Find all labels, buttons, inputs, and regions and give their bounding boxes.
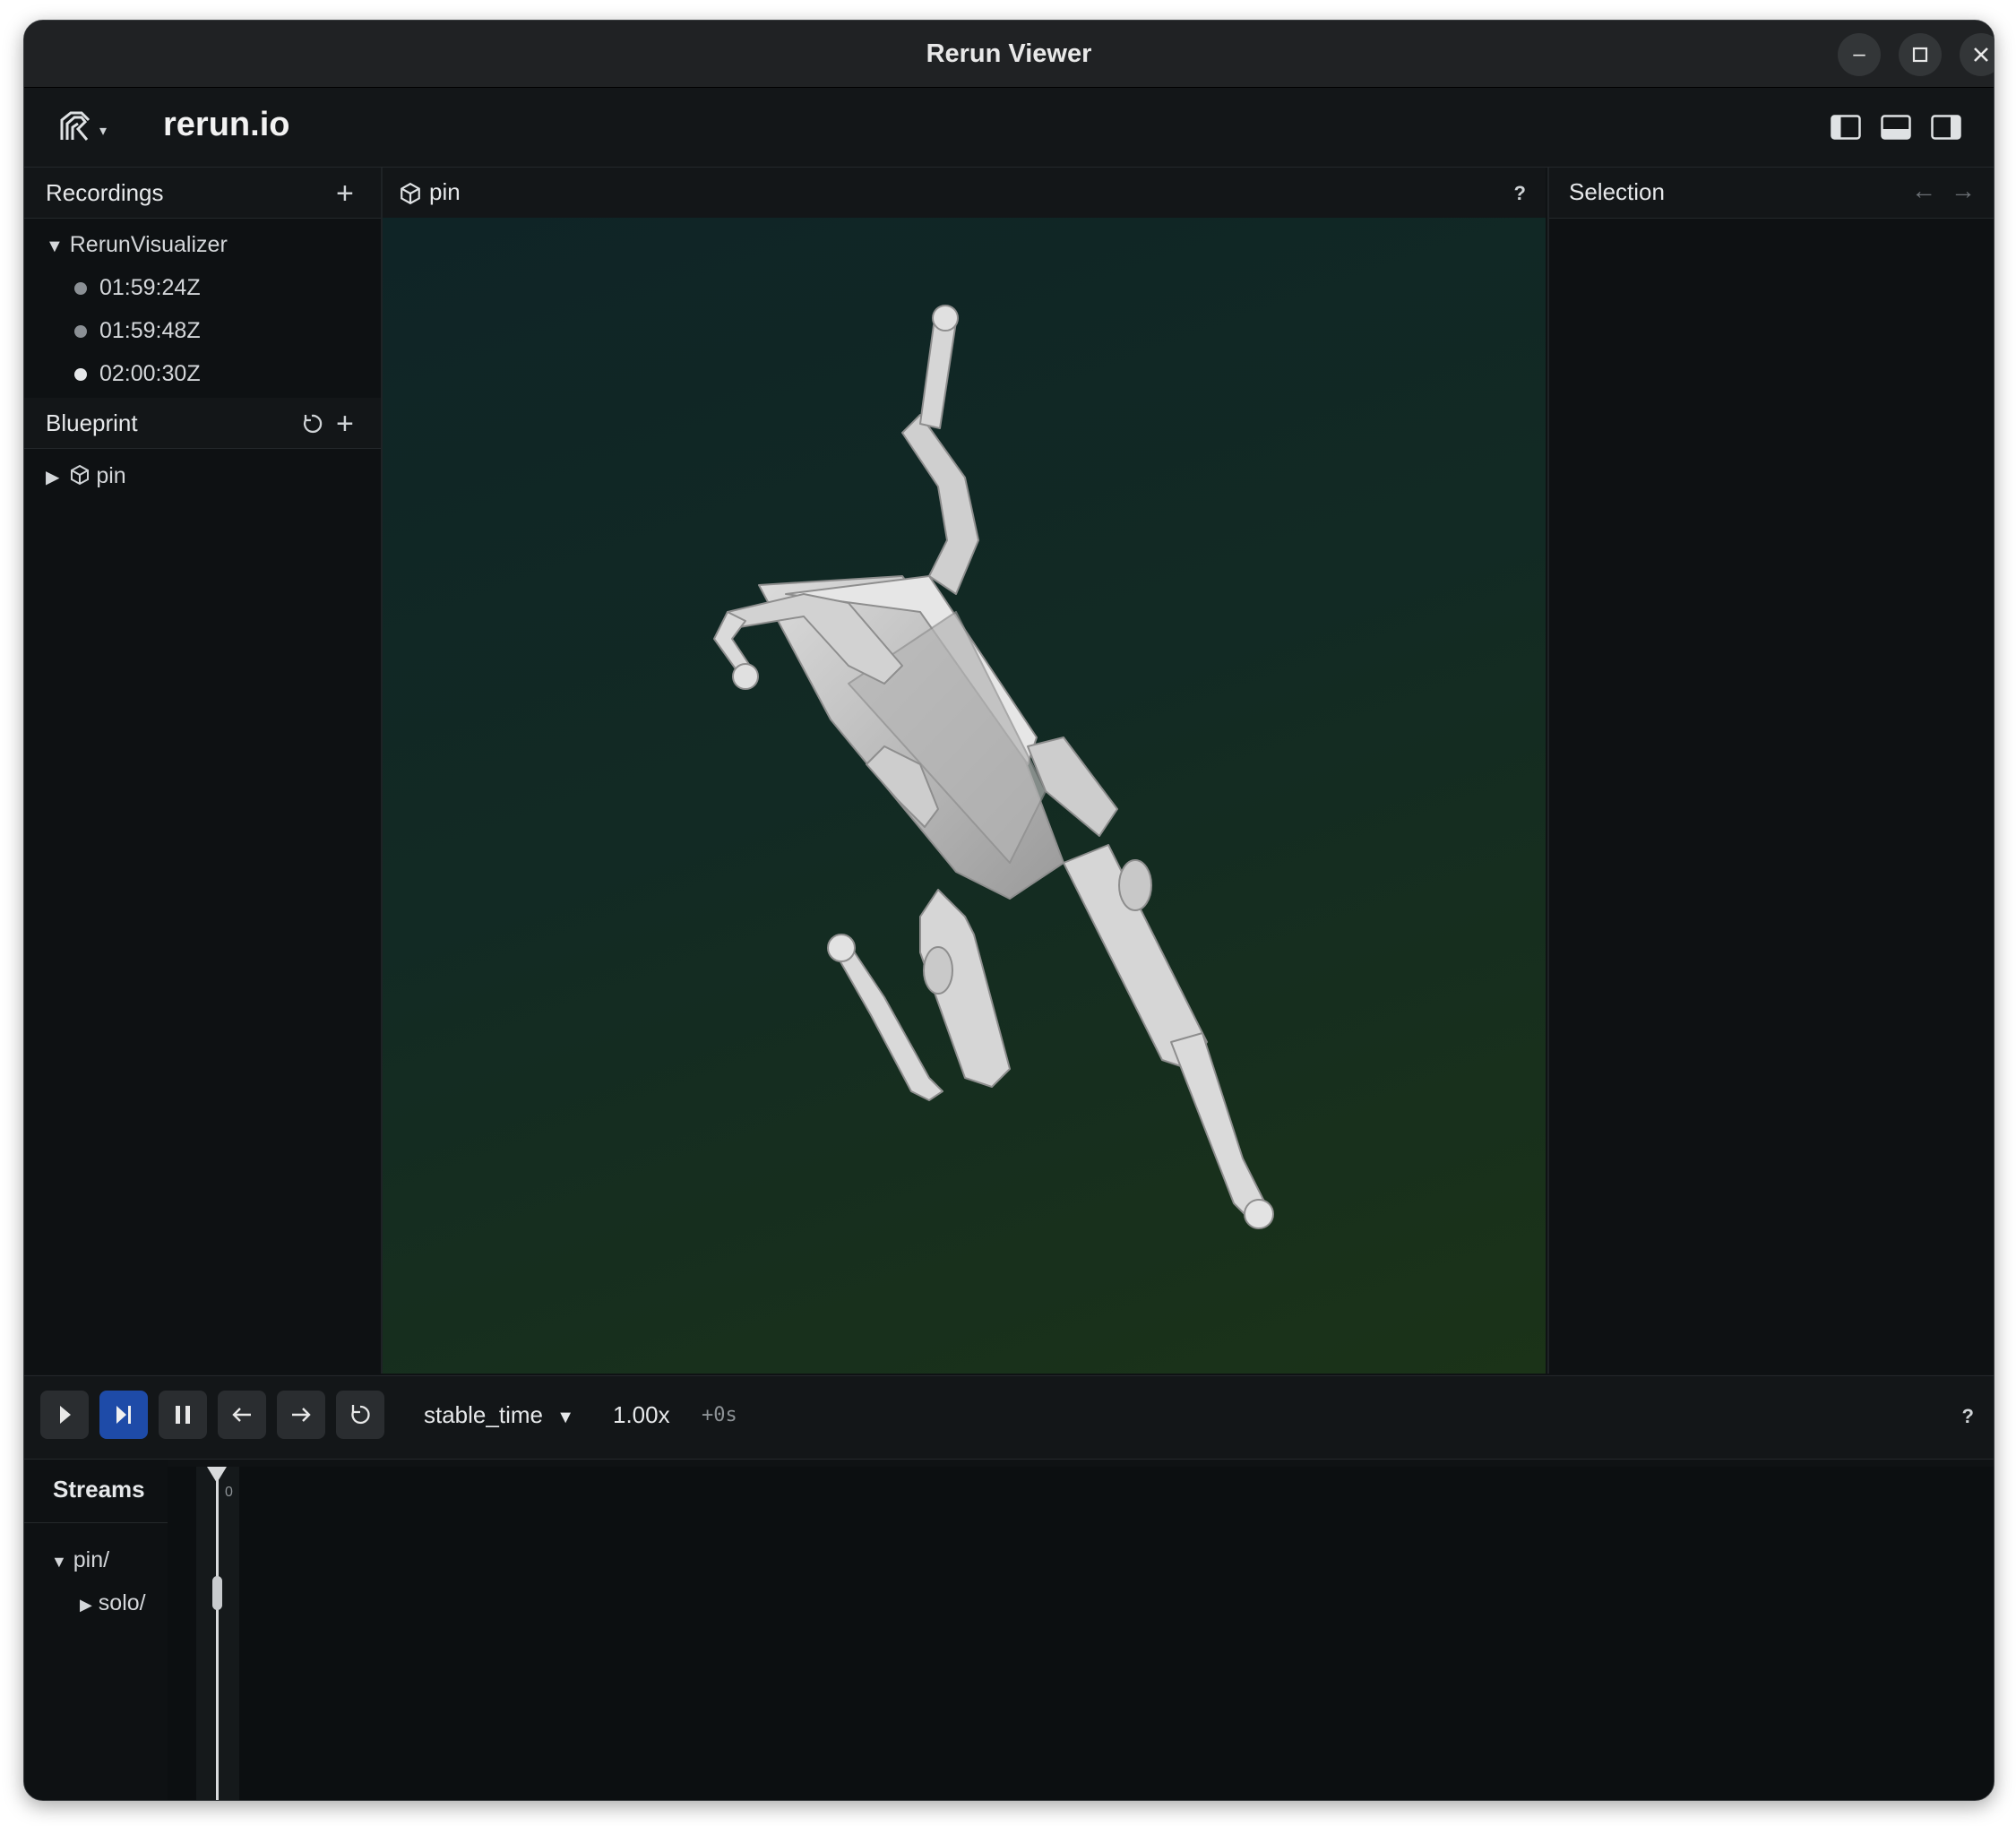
selection-panel: Selection ← → bbox=[1547, 168, 1994, 1374]
3d-view-cube-icon bbox=[71, 464, 90, 486]
recording-dot-icon bbox=[74, 368, 87, 382]
recording-item-selected[interactable]: 02:00:30Z bbox=[74, 361, 201, 387]
timeline-dropdown-caret-icon: ▼ bbox=[556, 1408, 574, 1427]
view-tab-bar: pin ? bbox=[383, 168, 1546, 218]
time-cursor-line[interactable] bbox=[216, 1467, 219, 1800]
view-tab-title[interactable]: pin bbox=[429, 178, 461, 206]
add-view-button[interactable]: + bbox=[336, 407, 354, 442]
collapse-caret-icon[interactable]: ▼ bbox=[51, 1553, 67, 1571]
top-bar: ▾ rerun.io bbox=[24, 88, 1994, 168]
recording-label: 01:59:24Z bbox=[99, 275, 201, 300]
time-tick-label: 0 bbox=[225, 1485, 233, 1500]
robot-model-render[interactable] bbox=[383, 218, 1546, 1374]
title-bar: Rerun Viewer – bbox=[24, 21, 1994, 88]
3d-view-cube-icon bbox=[401, 182, 420, 205]
recording-dot-icon bbox=[74, 282, 87, 296]
timeline-selector[interactable]: stable_time ▼ bbox=[424, 1401, 574, 1429]
step-forward-button[interactable] bbox=[277, 1391, 325, 1439]
selection-title: Selection bbox=[1569, 178, 1665, 205]
arrow-left-icon bbox=[232, 1408, 251, 1422]
recording-item[interactable]: 01:59:48Z bbox=[74, 318, 201, 344]
selection-back-arrow-icon[interactable]: ← bbox=[1911, 177, 1936, 205]
streams-divider bbox=[24, 1522, 168, 1523]
loop-button[interactable] bbox=[336, 1391, 384, 1439]
timeline-area[interactable]: 0 bbox=[168, 1467, 1994, 1800]
follow-button[interactable] bbox=[99, 1391, 148, 1439]
time-help-button[interactable]: ? bbox=[1962, 1405, 1974, 1428]
blueprint-title: Blueprint bbox=[46, 409, 138, 436]
time-cursor-handle-icon[interactable] bbox=[207, 1467, 227, 1483]
play-icon bbox=[60, 1406, 71, 1424]
playback-speed[interactable]: 1.00x bbox=[613, 1401, 670, 1429]
streams-panel: Streams ▼ pin/ ▶ solo/ bbox=[24, 1460, 168, 1800]
selection-header: Selection ← → bbox=[1549, 168, 1994, 219]
event-marker[interactable] bbox=[212, 1576, 222, 1610]
toggle-left-panel-icon[interactable] bbox=[1831, 115, 1861, 140]
time-controls: stable_time ▼ 1.00x +0s ? bbox=[24, 1375, 1994, 1460]
toggle-bottom-panel-icon[interactable] bbox=[1881, 115, 1911, 140]
stream-label: solo/ bbox=[98, 1590, 146, 1615]
close-icon bbox=[1974, 47, 1988, 62]
close-button[interactable] bbox=[1960, 33, 1994, 76]
recording-dot-icon bbox=[74, 325, 87, 339]
selection-forward-arrow-icon[interactable]: → bbox=[1951, 177, 1976, 205]
view-help-button[interactable]: ? bbox=[1514, 182, 1526, 205]
expand-caret-icon[interactable]: ▶ bbox=[46, 468, 59, 487]
minimize-button[interactable]: – bbox=[1838, 33, 1881, 76]
blueprint-view-label: pin bbox=[96, 463, 126, 488]
left-panel: Recordings + ▼ RerunVisualizer 01:59:24Z… bbox=[24, 168, 383, 1374]
arrow-right-icon bbox=[292, 1408, 311, 1422]
time-offset: +0s bbox=[702, 1404, 737, 1426]
recordings-header: Recordings + bbox=[24, 168, 381, 219]
maximize-icon bbox=[1912, 47, 1928, 63]
blueprint-header: Blueprint + bbox=[24, 398, 381, 449]
maximize-button[interactable] bbox=[1899, 33, 1942, 76]
pause-icon bbox=[176, 1406, 190, 1424]
toggle-right-panel-icon[interactable] bbox=[1931, 115, 1961, 140]
app-window: Rerun Viewer – ▾ rerun.io Recordings + ▼… bbox=[23, 20, 1994, 1801]
window-title: Rerun Viewer bbox=[926, 39, 1092, 68]
blueprint-view-item[interactable]: ▶ pin bbox=[46, 463, 126, 489]
logo-menu-caret-icon[interactable]: ▾ bbox=[99, 122, 107, 140]
recording-label: 01:59:48Z bbox=[99, 318, 201, 343]
recording-app-label: RerunVisualizer bbox=[69, 232, 228, 257]
stream-entity-pin[interactable]: ▼ pin/ bbox=[51, 1547, 109, 1573]
streams-title: Streams bbox=[53, 1476, 145, 1503]
pause-button[interactable] bbox=[159, 1391, 207, 1439]
add-recording-button[interactable]: + bbox=[336, 177, 354, 211]
recording-item[interactable]: 01:59:24Z bbox=[74, 275, 201, 301]
timeline-name: stable_time bbox=[424, 1401, 543, 1428]
expand-caret-icon[interactable]: ▶ bbox=[80, 1596, 92, 1614]
play-button[interactable] bbox=[40, 1391, 89, 1439]
3d-viewport[interactable] bbox=[383, 218, 1546, 1374]
reset-blueprint-icon[interactable] bbox=[300, 412, 323, 435]
follow-icon bbox=[116, 1406, 131, 1424]
step-back-button[interactable] bbox=[218, 1391, 266, 1439]
collapse-caret-icon[interactable]: ▼ bbox=[46, 237, 64, 256]
loop-icon bbox=[351, 1405, 370, 1425]
recording-app-item[interactable]: ▼ RerunVisualizer bbox=[46, 232, 228, 258]
recordings-title: Recordings bbox=[46, 179, 164, 206]
brand-name: rerun.io bbox=[163, 106, 290, 143]
stream-entity-solo[interactable]: ▶ solo/ bbox=[80, 1590, 146, 1616]
recording-label: 02:00:30Z bbox=[99, 361, 201, 386]
rerun-logo-icon[interactable] bbox=[55, 108, 94, 147]
stream-label: pin/ bbox=[73, 1547, 110, 1572]
